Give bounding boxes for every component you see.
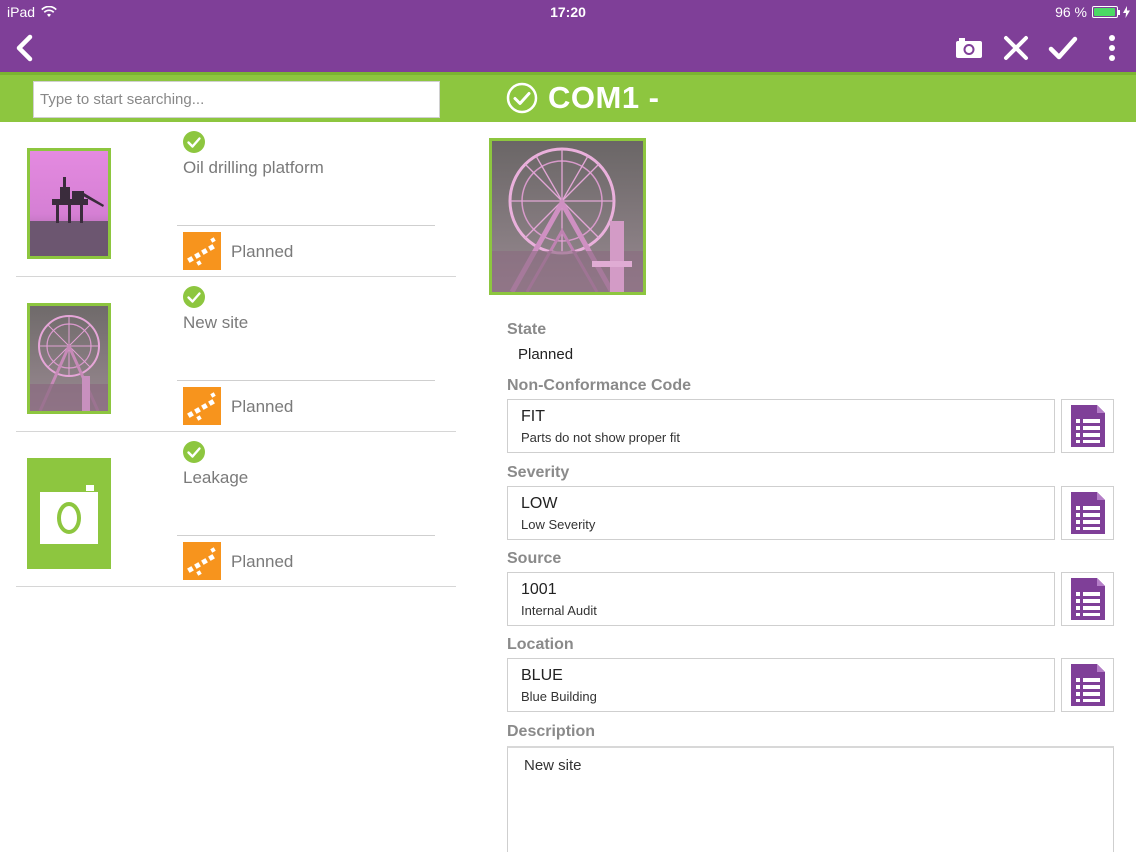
battery-icon [1092,6,1120,18]
record-title-text: COM1 - [548,80,660,115]
location-description: Blue Building [521,689,597,704]
severity-field[interactable]: LOW Low Severity [507,486,1055,540]
list-item-state: Planned [231,397,294,416]
cancel-button[interactable] [998,30,1034,66]
ferris-wheel-thumbnail [27,303,111,414]
location-lookup-button[interactable] [1061,658,1114,712]
back-button[interactable] [10,32,40,64]
divider [177,380,435,381]
more-vertical-icon [1109,35,1115,61]
list-item-title: Leakage [183,468,249,487]
description-label: Description [507,723,596,740]
divider [177,535,435,536]
source-code: 1001 [521,581,557,598]
non-conformance-code: FIT [521,408,545,425]
list-lookup-icon [1070,664,1105,706]
list-item[interactable]: New site Planned [16,277,456,432]
list-item[interactable]: Oil drilling platform Planned [16,122,456,277]
battery-percent: 96 % [1055,4,1087,20]
severity-description: Low Severity [521,517,596,532]
oil-platform-thumbnail [27,148,111,259]
non-conformance-label: Non-Conformance Code [507,377,691,394]
list-item-state: Planned [231,552,294,571]
source-description: Internal Audit [521,603,597,618]
description-textarea[interactable]: New site [507,746,1114,852]
severity-label: Severity [507,464,570,481]
oil-platform-photo [30,151,108,256]
non-conformance-lookup-button[interactable] [1061,399,1114,453]
planned-state-icon [183,387,221,425]
list-item-title: Oil drilling platform [183,158,324,177]
source-label: Source [507,550,562,567]
source-field[interactable]: 1001 Internal Audit [507,572,1055,626]
list-lookup-icon [1070,492,1105,534]
non-conformance-description: Parts do not show proper fit [521,430,680,445]
battery-status: 96 % [1055,4,1130,20]
planned-state-icon [183,232,221,270]
status-ok-icon [183,286,205,308]
description-text: New site [524,757,582,774]
status-bar: iPad 17:20 96 % [0,0,1136,24]
source-lookup-button[interactable] [1061,572,1114,626]
more-menu-button[interactable] [1094,30,1130,66]
top-toolbar [0,24,1136,72]
location-field[interactable]: BLUE Blue Building [507,658,1055,712]
list-item-title: New site [183,313,249,332]
list-item[interactable]: Leakage Planned [16,432,456,587]
status-ok-icon [183,131,205,153]
location-code: BLUE [521,667,563,684]
check-icon [1048,36,1078,60]
camera-icon [956,38,982,58]
list-item-state: Planned [231,242,294,261]
save-button[interactable] [1045,30,1081,66]
state-label: State [507,321,547,338]
camera-button[interactable] [951,30,987,66]
clock: 17:20 [550,4,586,20]
record-list: Oil drilling platform Planned New site P… [16,122,456,587]
header-bar: COM1 - [0,72,1136,122]
state-value: Planned [518,346,574,363]
list-lookup-icon [1070,405,1105,447]
non-conformance-field[interactable]: FIT Parts do not show proper fit [507,399,1055,453]
app-root: iPad 17:20 96 % Type to start searching.… [0,0,1136,852]
status-ok-icon [183,441,205,463]
chevron-left-icon [16,34,33,62]
location-label: Location [507,636,574,653]
camera-placeholder-thumbnail [27,458,111,569]
list-lookup-icon [1070,578,1105,620]
record-title: COM1 - [506,80,660,116]
severity-lookup-button[interactable] [1061,486,1114,540]
close-icon [1004,36,1028,60]
search-input[interactable] [33,81,440,118]
ferris-wheel-photo [492,141,643,292]
status-ok-icon [506,82,538,114]
camera-placeholder-icon [40,485,98,544]
battery-fill [1094,8,1116,16]
planned-state-icon [183,542,221,580]
divider [177,225,435,226]
severity-code: LOW [521,495,558,512]
charging-bolt-icon [1123,6,1130,18]
record-image[interactable] [489,138,646,295]
ferris-wheel-photo [30,306,108,411]
